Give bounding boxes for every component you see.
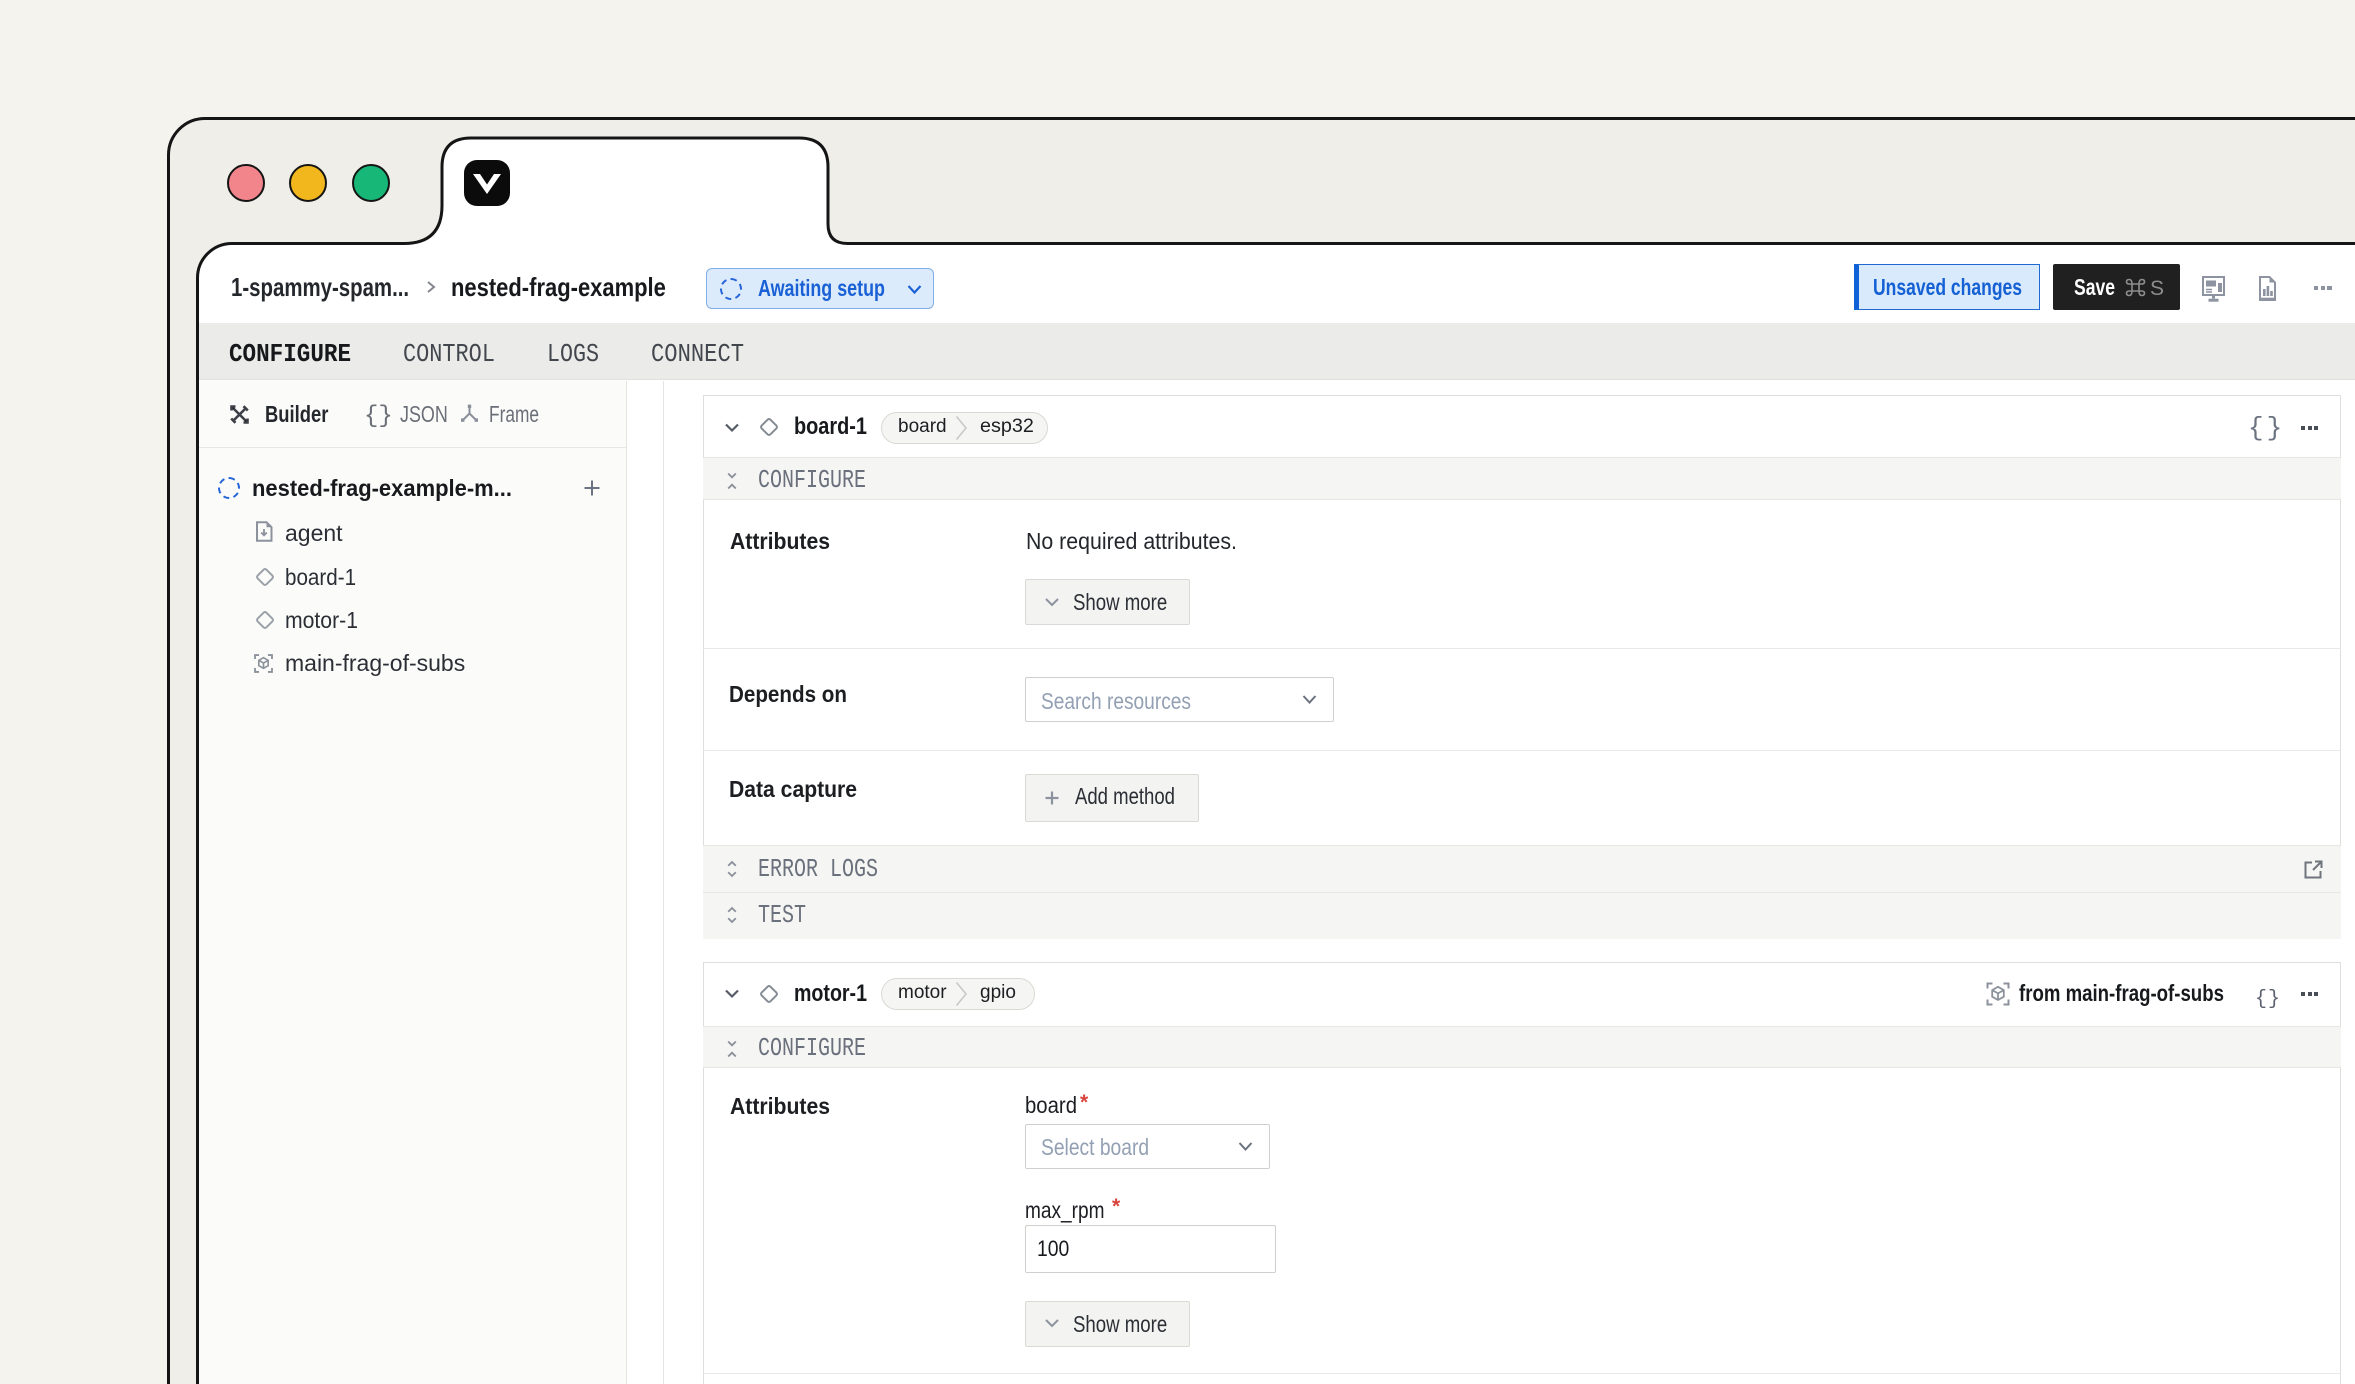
- svg-text:S: S: [2150, 277, 2164, 299]
